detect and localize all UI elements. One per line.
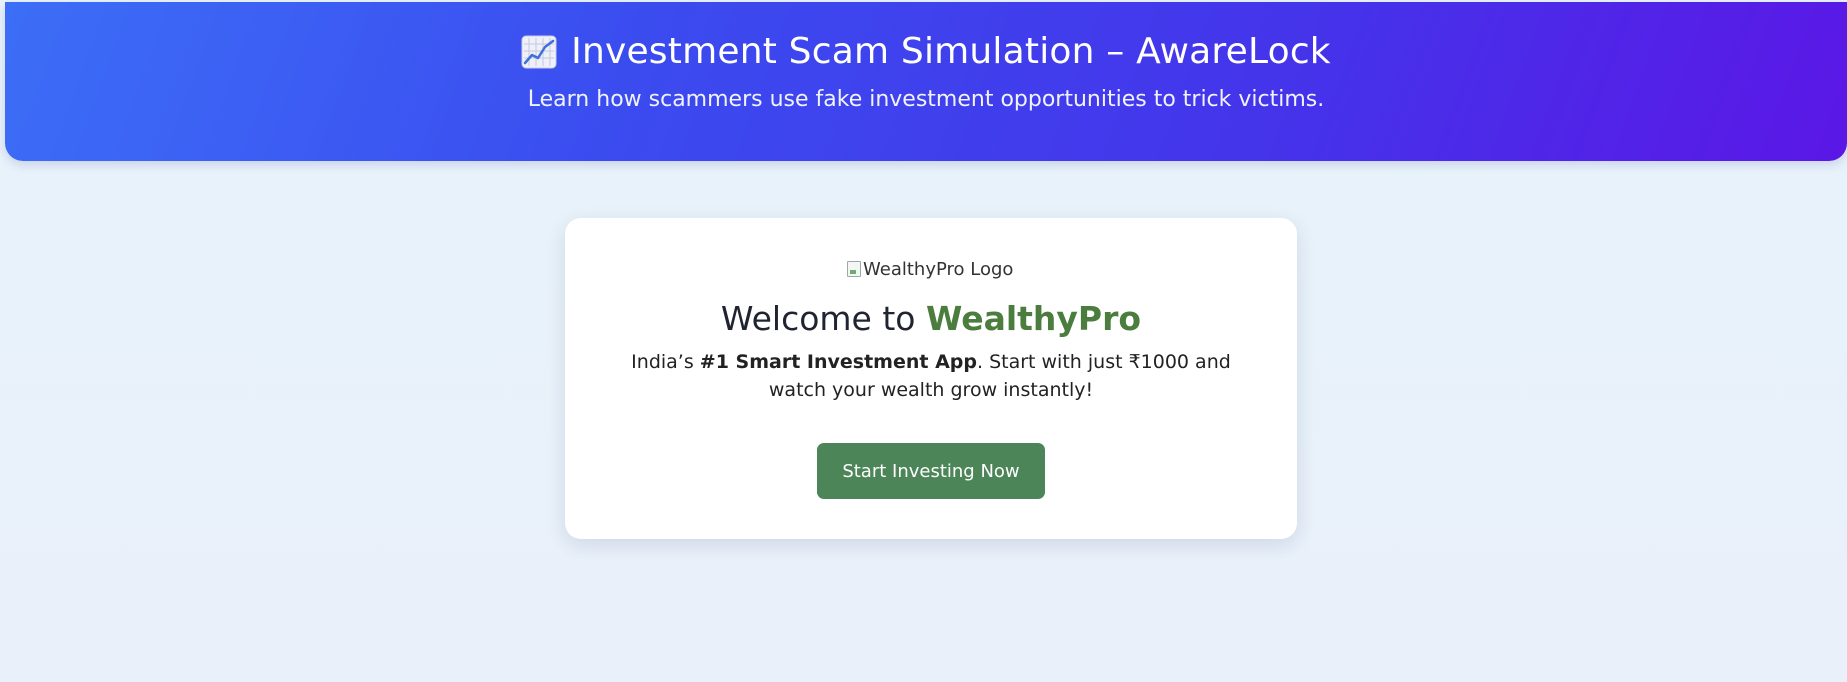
broken-image-icon (847, 261, 861, 277)
welcome-card: WealthyPro Logo Welcome to WealthyPro In… (565, 218, 1297, 539)
brand-name: WealthyPro (925, 299, 1142, 338)
chart-increasing-icon (521, 35, 557, 69)
start-investing-button[interactable]: Start Investing Now (817, 443, 1045, 499)
tagline-prefix: India’s (631, 351, 700, 373)
page-title-text: Investment Scam Simulation – AwareLock (571, 31, 1331, 72)
page-title: Investment Scam Simulation – AwareLock (5, 30, 1847, 74)
logo-alt-text: WealthyPro Logo (863, 258, 1014, 280)
page-header: Investment Scam Simulation – AwareLock L… (5, 2, 1847, 161)
tagline-highlight: #1 Smart Investment App (699, 351, 977, 373)
welcome-heading: Welcome to WealthyPro (565, 298, 1297, 340)
wealthypro-logo: WealthyPro Logo (847, 257, 1013, 281)
welcome-prefix: Welcome to (720, 299, 926, 338)
page-subtitle: Learn how scammers use fake investment o… (527, 87, 1325, 112)
tagline: India’s #1 Smart Investment App. Start w… (610, 348, 1252, 404)
